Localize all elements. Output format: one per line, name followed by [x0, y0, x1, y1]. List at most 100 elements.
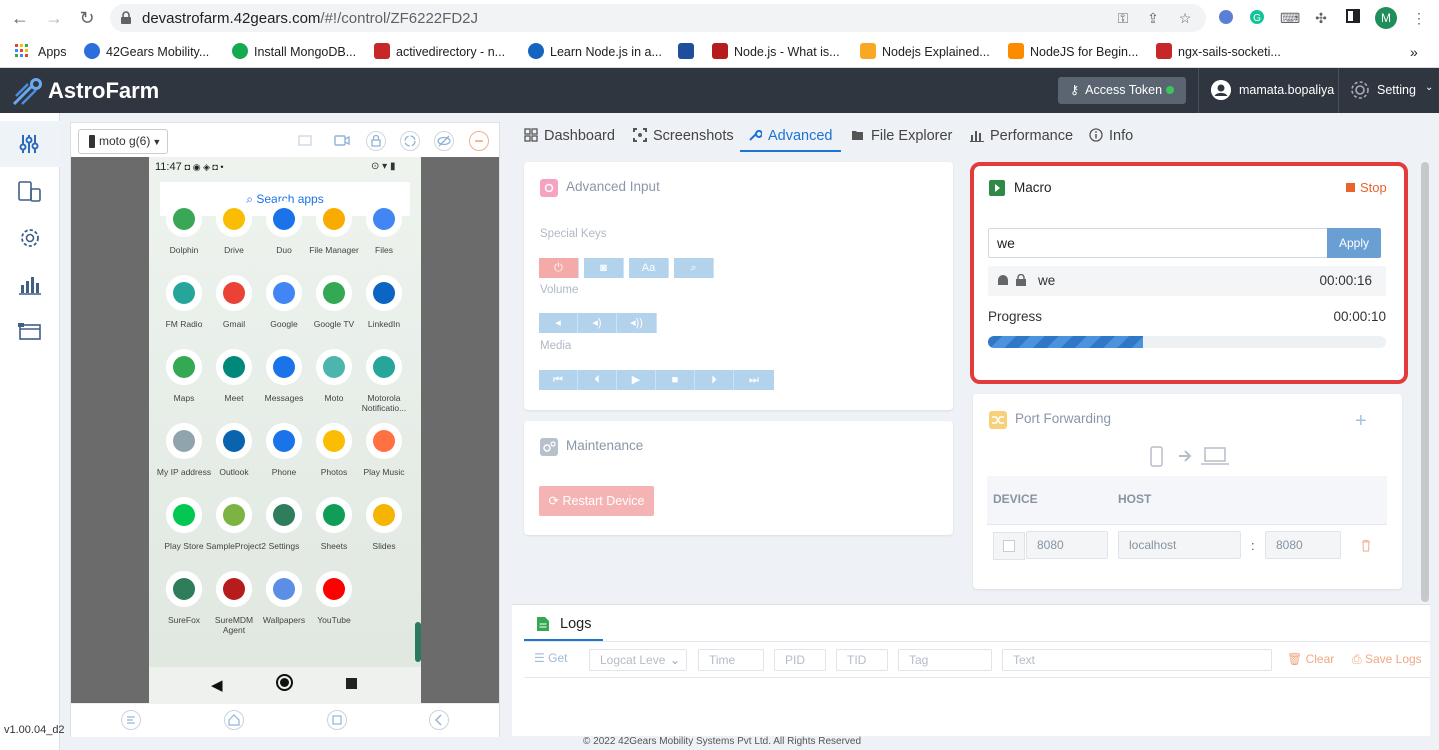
- tab-info[interactable]: Info: [1089, 122, 1133, 152]
- media-fast-forward-button[interactable]: ⏭: [734, 370, 774, 390]
- app-phone[interactable]: Phone: [256, 423, 312, 477]
- app-moto[interactable]: Moto: [306, 349, 362, 403]
- app-youtube[interactable]: YouTube: [306, 571, 362, 625]
- tab-advanced[interactable]: Advanced: [740, 122, 841, 152]
- app-play-store[interactable]: Play Store: [156, 497, 212, 551]
- record-icon[interactable]: [333, 131, 353, 151]
- setting-menu[interactable]: Setting ⌄: [1338, 68, 1439, 113]
- camera-key-button[interactable]: ◙: [584, 258, 624, 278]
- tab-file-explorer[interactable]: File Explorer: [851, 122, 952, 152]
- app-outlook[interactable]: Outlook: [206, 423, 262, 477]
- power-key-button[interactable]: ⏻: [539, 258, 579, 278]
- app-google-tv[interactable]: Google TV: [306, 275, 362, 329]
- host-port-input[interactable]: 8080: [1265, 531, 1341, 559]
- bookmark-nodejs-what[interactable]: Node.js - What is...: [712, 42, 840, 62]
- media-stop-button[interactable]: ■: [656, 370, 695, 390]
- lock-icon[interactable]: [366, 131, 386, 151]
- app-surefox[interactable]: SureFox: [156, 571, 212, 625]
- search-key-button[interactable]: ⌕: [674, 258, 714, 278]
- save-logs-button[interactable]: ⎙ Save Logs: [1352, 652, 1422, 667]
- user-menu[interactable]: mamata.bopaliya: [1198, 68, 1338, 113]
- tid-input[interactable]: TID: [836, 649, 888, 671]
- app-motorola-notificatio[interactable]: Motorola Notificatio...: [356, 349, 412, 413]
- app-file-manager[interactable]: File Manager: [306, 201, 362, 255]
- sync-icon[interactable]: [400, 131, 420, 151]
- app-maps[interactable]: Maps: [156, 349, 212, 403]
- host-name-input[interactable]: localhost: [1118, 531, 1241, 559]
- app-my-ip-address[interactable]: My IP address: [156, 423, 212, 477]
- app-files[interactable]: Files: [356, 201, 412, 255]
- app-google[interactable]: Google: [256, 275, 312, 329]
- media-previous-button[interactable]: ⏴: [578, 370, 617, 390]
- app-drawer-scroll-thumb[interactable]: [415, 622, 421, 662]
- app-wallpapers[interactable]: Wallpapers: [256, 571, 312, 625]
- bookmark-activedirectory[interactable]: activedirectory - n...: [374, 42, 505, 62]
- key-icon[interactable]: ⚿: [1114, 9, 1132, 27]
- time-input[interactable]: Time: [698, 649, 764, 671]
- trash-icon[interactable]: [1360, 539, 1372, 553]
- tag-input[interactable]: Tag: [898, 649, 992, 671]
- overview-icon[interactable]: [327, 710, 347, 730]
- kebab-menu-icon[interactable]: ⋮: [1410, 9, 1428, 27]
- forward-arrow-icon[interactable]: →: [44, 8, 64, 28]
- app-sampleproject2[interactable]: SampleProject2: [206, 497, 266, 551]
- volume-mute-button[interactable]: ◂: [539, 313, 578, 333]
- app-meet[interactable]: Meet: [206, 349, 262, 403]
- tab-performance[interactable]: Performance: [970, 122, 1073, 152]
- home-circle-icon[interactable]: [276, 674, 293, 691]
- address-bar[interactable]: devastrofarm.42gears.com/#!/control/ZF62…: [110, 4, 1206, 32]
- port-row-checkbox[interactable]: [993, 532, 1025, 560]
- app-duo[interactable]: Duo: [256, 201, 312, 255]
- app-fm-radio[interactable]: FM Radio: [156, 275, 212, 329]
- bookmark-ngx-sails[interactable]: ngx-sails-socketi...: [1156, 42, 1281, 62]
- bookmark-mongodb[interactable]: Install MongoDB...: [232, 42, 356, 62]
- screenshot-icon[interactable]: [296, 131, 316, 151]
- app-suremdm-agent[interactable]: SureMDM Agent: [206, 571, 262, 635]
- share-icon[interactable]: ⇪: [1144, 9, 1162, 27]
- rail-item-settings[interactable]: [0, 215, 60, 261]
- bookmark-nodejs-beginners[interactable]: NodeJS for Begin...: [1008, 42, 1138, 62]
- bookmark-nodejs-explained[interactable]: Nodejs Explained...: [860, 42, 990, 62]
- rail-item-window[interactable]: [0, 307, 60, 353]
- media-next-button[interactable]: ⏵: [695, 370, 734, 390]
- access-token-button[interactable]: ⚷ Access Token: [1058, 77, 1186, 104]
- home-icon[interactable]: [224, 710, 244, 730]
- hide-icon[interactable]: [434, 131, 454, 151]
- reload-icon[interactable]: ↻: [77, 8, 97, 28]
- media-play-button[interactable]: ▶: [617, 370, 656, 390]
- rail-item-reports[interactable]: [0, 261, 60, 307]
- content-scrollbar[interactable]: [1421, 162, 1429, 602]
- app-drive[interactable]: Drive: [206, 201, 262, 255]
- more-bookmarks[interactable]: »: [1410, 42, 1418, 62]
- pid-input[interactable]: PID: [774, 649, 826, 671]
- app-photos[interactable]: Photos: [306, 423, 362, 477]
- extension-icon[interactable]: [1217, 9, 1235, 27]
- keyboard-extension-icon[interactable]: ⌨: [1280, 9, 1300, 27]
- app-settings[interactable]: Settings: [256, 497, 312, 551]
- app-gmail[interactable]: Gmail: [206, 275, 262, 329]
- back-chevron-icon[interactable]: [429, 710, 449, 730]
- text-input[interactable]: Text: [1002, 649, 1272, 671]
- clear-logs-button[interactable]: 🗑 Clear: [1287, 652, 1334, 666]
- add-port-icon[interactable]: +: [1355, 410, 1367, 433]
- app-dolphin[interactable]: Dolphin: [156, 201, 212, 255]
- tab-screenshots[interactable]: Screenshots: [633, 122, 734, 152]
- get-logs-button[interactable]: ☰ Get: [534, 651, 567, 665]
- bookmark-t[interactable]: [678, 42, 700, 62]
- app-sheets[interactable]: Sheets: [306, 497, 362, 551]
- media-rewind-button[interactable]: ⏮: [539, 370, 578, 390]
- macro-name-input[interactable]: we: [988, 228, 1328, 258]
- bookmark-42gears[interactable]: 42Gears Mobility...: [84, 42, 209, 62]
- app-play-music[interactable]: Play Music: [356, 423, 412, 477]
- volume-up-button[interactable]: ◂)): [617, 313, 657, 333]
- minus-circle-icon[interactable]: [469, 131, 489, 151]
- app-slides[interactable]: Slides: [356, 497, 412, 551]
- app-name[interactable]: AstroFarm: [48, 78, 159, 104]
- sidepanel-icon[interactable]: [1344, 9, 1362, 27]
- app-messages[interactable]: Messages: [256, 349, 312, 403]
- grammarly-icon[interactable]: G: [1248, 9, 1266, 27]
- restart-device-button[interactable]: ⟳ Restart Device: [539, 486, 654, 516]
- tab-dashboard[interactable]: Dashboard: [524, 122, 615, 152]
- bookmark-learn-node[interactable]: Learn Node.js in a...: [528, 42, 662, 62]
- menu-icon[interactable]: [121, 710, 141, 730]
